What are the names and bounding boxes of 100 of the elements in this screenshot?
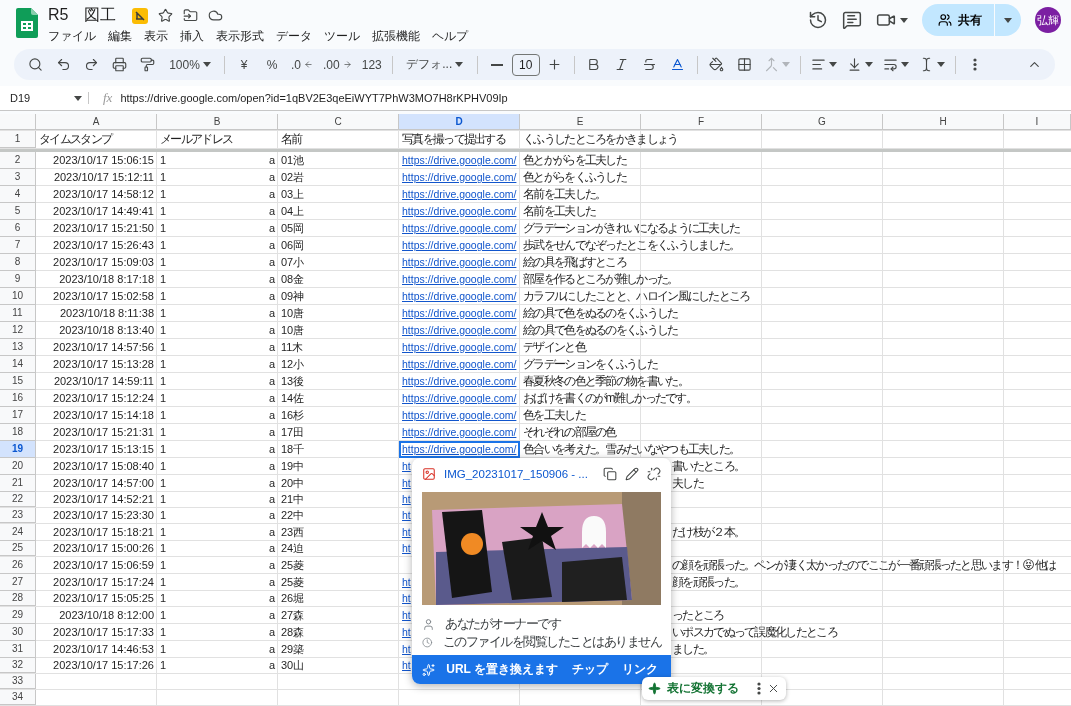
link[interactable]: ht bbox=[402, 509, 411, 522]
timestamp-text: 2023/10/17 15:09:03 bbox=[53, 256, 154, 269]
link[interactable]: ht bbox=[402, 609, 411, 622]
link[interactable]: ht bbox=[402, 576, 411, 589]
link[interactable]: https://drive.google.com/ bbox=[402, 239, 517, 252]
menu-item[interactable]: ツール bbox=[318, 27, 366, 46]
name-text: 29築 bbox=[281, 641, 305, 657]
link[interactable]: https://drive.google.com/ bbox=[402, 358, 517, 371]
email-text: 1 bbox=[160, 609, 167, 622]
link[interactable]: https://drive.google.com/ bbox=[402, 324, 517, 337]
user-avatar[interactable]: 弘輝 bbox=[1035, 7, 1061, 33]
email-text: 1 bbox=[160, 222, 167, 235]
font-size-field[interactable]: 10 bbox=[511, 53, 540, 76]
currency-button[interactable]: ¥ bbox=[231, 51, 257, 78]
name-text: 06岡 bbox=[281, 237, 305, 253]
column-header[interactable]: D bbox=[399, 114, 520, 130]
menu-item[interactable]: ヘルプ bbox=[426, 27, 474, 46]
email-text: 1 bbox=[160, 509, 167, 522]
menu-item[interactable]: 表示形式 bbox=[210, 27, 270, 46]
file-link[interactable]: IMG_20231017_150906 - ... bbox=[444, 468, 595, 480]
link[interactable]: https://drive.google.com/ bbox=[402, 256, 517, 269]
link[interactable]: ht bbox=[402, 659, 411, 672]
link[interactable]: ht bbox=[402, 626, 411, 639]
email-text: 1 bbox=[160, 477, 167, 490]
convert-to-table-button[interactable]: 表に変換する bbox=[667, 681, 751, 696]
share-button[interactable]: 共有 bbox=[922, 4, 995, 36]
link[interactable]: https://drive.google.com/ bbox=[402, 443, 517, 456]
timestamp-text: 2023/10/17 15:06:15 bbox=[53, 154, 154, 167]
column-header[interactable]: G bbox=[762, 114, 883, 130]
email-text: a bbox=[268, 626, 275, 639]
email-text: a bbox=[268, 509, 275, 522]
link[interactable]: https://drive.google.com/ bbox=[402, 222, 517, 235]
link[interactable]: https://drive.google.com/ bbox=[402, 426, 517, 439]
link[interactable]: https://drive.google.com/ bbox=[402, 154, 517, 167]
link[interactable]: https://drive.google.com/ bbox=[402, 307, 517, 320]
link[interactable]: https://drive.google.com/ bbox=[402, 171, 517, 184]
link[interactable]: https://drive.google.com/ bbox=[402, 409, 517, 422]
column-header[interactable]: I bbox=[1004, 114, 1071, 130]
menu-item[interactable]: ファイル bbox=[42, 27, 102, 46]
column-header[interactable]: F bbox=[641, 114, 762, 130]
email-text: a bbox=[268, 154, 275, 167]
menu-item[interactable]: 拡張機能 bbox=[366, 27, 426, 46]
email-text: a bbox=[268, 409, 275, 422]
email-text: 1 bbox=[160, 188, 167, 201]
increase-decimal-button[interactable]: .00 bbox=[319, 51, 356, 78]
menu-item[interactable]: 挿入 bbox=[174, 27, 210, 46]
formula-text[interactable]: https://drive.google.com/open?id=1qBV2E3qeEiWYT7PhW3MO7H8rKPHV09Ip bbox=[120, 92, 508, 104]
menu-item[interactable]: 編集 bbox=[102, 27, 138, 46]
link[interactable]: https://drive.google.com/ bbox=[402, 188, 517, 201]
menu-item[interactable]: 表示 bbox=[138, 27, 174, 46]
link[interactable]: https://drive.google.com/ bbox=[402, 290, 517, 303]
email-text: a bbox=[268, 392, 275, 405]
font-dropdown[interactable]: デフォ... bbox=[398, 51, 471, 78]
timestamp-text: 2023/10/17 15:12:11 bbox=[53, 171, 154, 184]
chip-button[interactable]: チップ bbox=[569, 659, 611, 680]
link[interactable]: https://drive.google.com/ bbox=[402, 273, 517, 286]
column-header[interactable]: C bbox=[278, 114, 399, 130]
document-title[interactable]: R5 図工 bbox=[48, 5, 117, 26]
note-text: 書いたところ。 bbox=[672, 457, 745, 475]
email-text: 1 bbox=[160, 576, 167, 589]
link[interactable]: ht bbox=[402, 526, 411, 539]
note-text: グラデーションをくふうした bbox=[523, 355, 657, 373]
name-text: 13後 bbox=[281, 373, 305, 389]
name-box[interactable]: D19 bbox=[0, 92, 89, 104]
email-text: 1 bbox=[160, 493, 167, 506]
replace-url-button[interactable]: URL を置き換えます bbox=[443, 659, 561, 680]
column-header[interactable]: H bbox=[883, 114, 1004, 130]
link[interactable]: https://drive.google.com/ bbox=[402, 341, 517, 354]
email-text: a bbox=[268, 426, 275, 439]
menu-item[interactable]: データ bbox=[270, 27, 318, 46]
link-button[interactable]: リンク bbox=[619, 659, 661, 680]
link[interactable]: https://drive.google.com/ bbox=[402, 392, 517, 405]
note-text: カラフルにしたことと、ハロイン風にしたところ bbox=[523, 287, 750, 305]
email-text: a bbox=[268, 592, 275, 605]
zoom-dropdown[interactable]: 100% bbox=[162, 51, 218, 78]
link[interactable]: https://drive.google.com/ bbox=[402, 205, 517, 218]
name-text: 30山 bbox=[281, 657, 305, 673]
name-text: 18千 bbox=[281, 441, 305, 457]
note-text: 絵の具を飛ばすところ bbox=[523, 253, 626, 271]
email-text: 1 bbox=[160, 307, 167, 320]
name-text: 07小 bbox=[281, 254, 305, 270]
column-header[interactable]: E bbox=[520, 114, 641, 130]
link[interactable]: ht bbox=[402, 643, 411, 656]
percent-button[interactable]: % bbox=[259, 51, 285, 78]
link[interactable]: ht bbox=[402, 592, 411, 605]
column-title: タイムスタンプ bbox=[39, 130, 112, 148]
column-header[interactable]: B bbox=[157, 114, 278, 130]
link[interactable]: ht bbox=[402, 493, 411, 506]
decrease-decimal-button[interactable]: .0 bbox=[287, 51, 317, 78]
column-header[interactable]: A bbox=[36, 114, 157, 130]
number-format-button[interactable]: 123 bbox=[357, 51, 386, 78]
timestamp-text: 2023/10/17 15:23:30 bbox=[53, 509, 154, 522]
email-text: 1 bbox=[160, 239, 167, 252]
link[interactable]: https://drive.google.com/ bbox=[402, 375, 517, 388]
name-text: 19中 bbox=[281, 458, 305, 474]
email-text: 1 bbox=[160, 592, 167, 605]
link[interactable]: ht bbox=[402, 542, 411, 555]
link[interactable]: ht bbox=[402, 477, 411, 490]
email-text: a bbox=[268, 222, 275, 235]
link[interactable]: ht bbox=[402, 460, 411, 473]
